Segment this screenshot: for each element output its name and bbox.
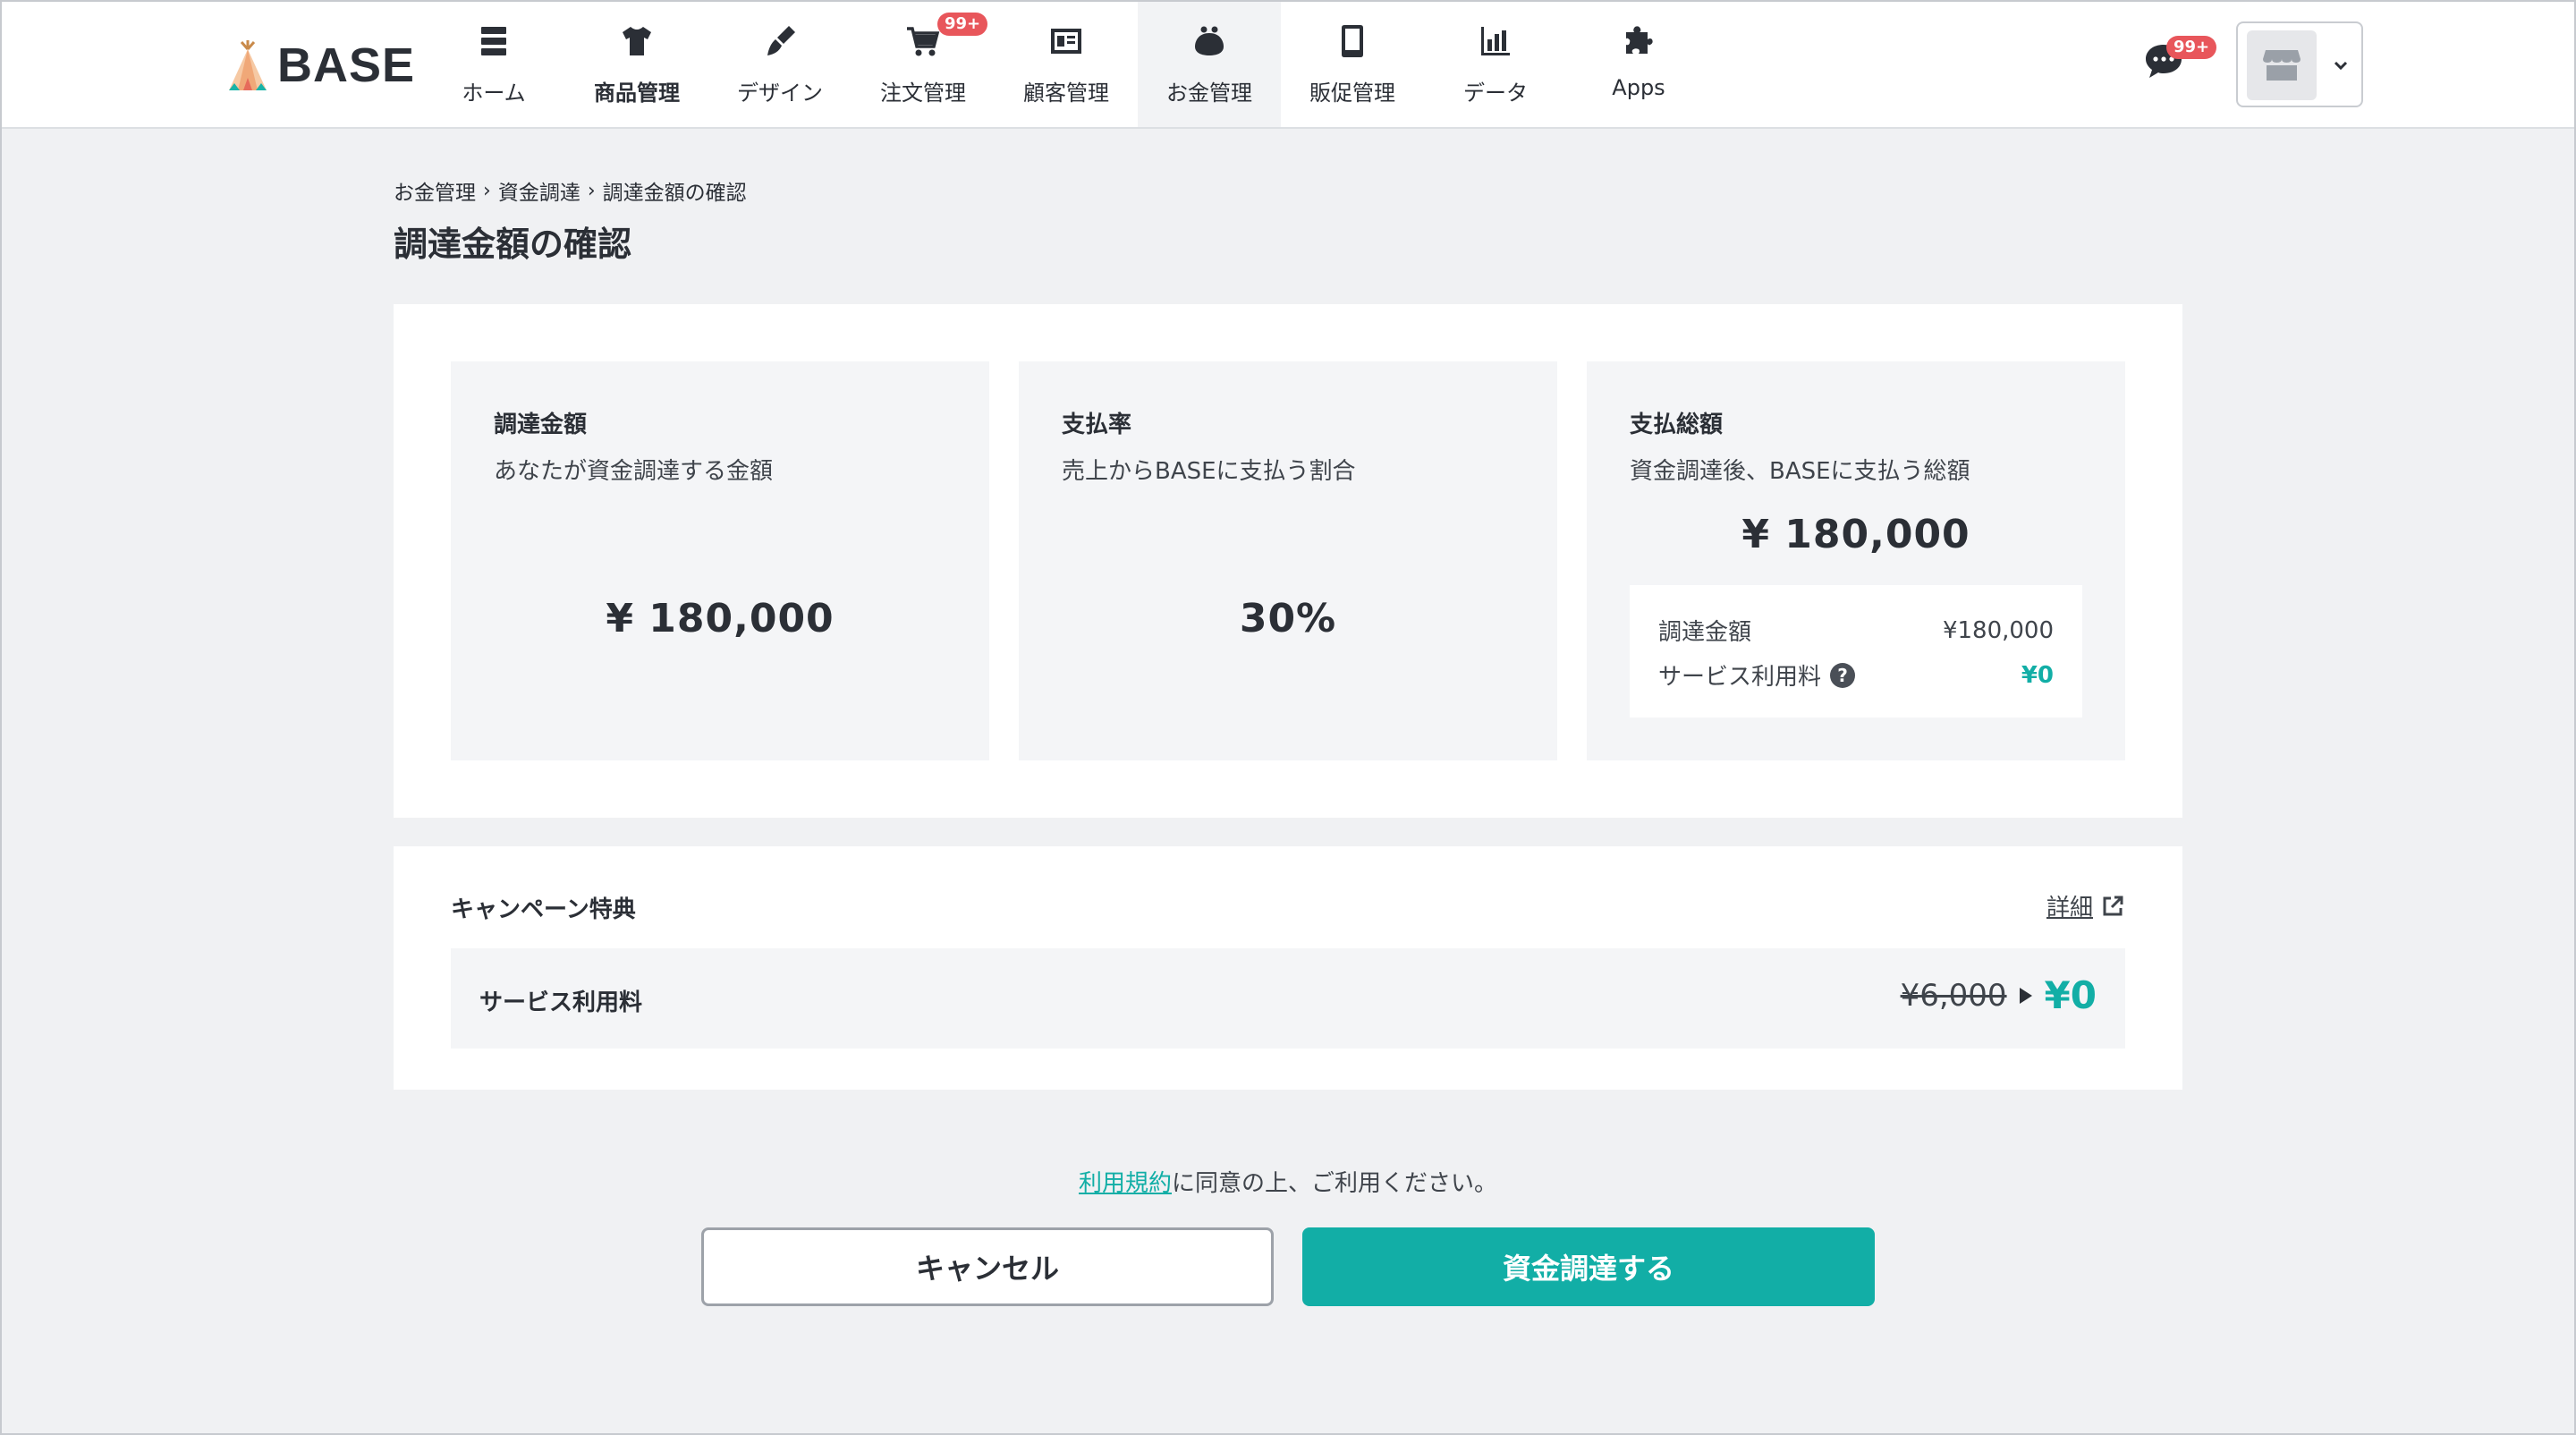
summary-panel: 調達金額 あなたが資金調達する金額 ¥ 180,000 支払率 売上からBASE… [394, 304, 2182, 818]
nav-item-home[interactable]: ホーム [422, 0, 565, 127]
server-icon [481, 27, 506, 55]
breadcrumb-separator: › [587, 179, 596, 202]
nav-label: 商品管理 [594, 81, 680, 106]
breadcrumb-separator: › [483, 179, 491, 202]
card-desc: 売上からBASEに支払う割合 [1062, 458, 1356, 485]
campaign-panel: キャンペーン特典 詳細 サービス利用料 ¥6,000 ¥0 [394, 846, 2182, 1090]
breadcrumb-item-funding[interactable]: 資金調達 [498, 175, 580, 206]
smartphone-icon [1342, 25, 1363, 57]
card-desc: あなたが資金調達する金額 [494, 458, 774, 485]
nav-label: Apps [1612, 75, 1665, 100]
breakdown-row: サービス利用料 ? ¥0 [1658, 658, 2054, 692]
terms-link[interactable]: 利用規約 [1079, 1170, 1172, 1197]
card-value: ¥ 180,000 [1741, 512, 1970, 557]
shop-menu-button[interactable] [2236, 21, 2363, 107]
nav-label: ホーム [462, 81, 526, 106]
nav-label: 注文管理 [880, 81, 966, 106]
card-value: 30% [1239, 596, 1337, 641]
messages-button[interactable]: 99+ [2143, 36, 2217, 86]
card-title: 支払率 [1062, 412, 1132, 438]
breadcrumb-item-money[interactable]: お金管理 [394, 175, 476, 206]
detail-link-label: 詳細 [2046, 895, 2093, 921]
storefront-icon [2263, 50, 2301, 81]
terms-notice: 利用規約に同意の上、ご利用ください。 [0, 1165, 2576, 1198]
page-title: 調達金額の確認 [394, 225, 632, 264]
nav-item-orders[interactable]: 注文管理 99+ [852, 0, 995, 127]
campaign-title: キャンペーン特典 [451, 896, 636, 923]
breakdown-value: ¥180,000 [1942, 616, 2054, 644]
orders-badge: 99+ [937, 13, 988, 36]
nav-item-data[interactable]: データ [1424, 0, 1567, 127]
nav-label: データ [1463, 81, 1528, 106]
cart-icon [907, 27, 940, 56]
campaign-row-label: サービス利用料 [479, 989, 643, 1016]
card-title: 支払総額 [1630, 412, 1724, 438]
campaign-price: ¥6,000 ¥0 [1901, 973, 2097, 1017]
nav-item-design[interactable]: デザイン [708, 0, 852, 127]
nav-item-money[interactable]: お金管理 [1138, 0, 1281, 127]
purse-icon [1195, 26, 1224, 55]
nav-item-promotion[interactable]: 販促管理 [1281, 0, 1424, 127]
new-price: ¥0 [2044, 973, 2097, 1017]
puzzle-icon [1626, 26, 1653, 54]
nav-label: お金管理 [1166, 81, 1252, 106]
breakdown-value: ¥0 [2021, 661, 2054, 689]
brand-name: BASE [277, 38, 416, 92]
help-icon[interactable]: ? [1830, 662, 1856, 688]
chevron-down-icon [2334, 61, 2348, 71]
base-logo[interactable]: BASE [227, 34, 415, 97]
breakdown-label: サービス利用料 [1658, 664, 1822, 691]
tent-logo-icon [229, 40, 267, 90]
campaign-detail-link[interactable]: 詳細 [2046, 889, 2125, 922]
total-breakdown: 調達金額 ¥180,000 サービス利用料 ? ¥0 [1630, 585, 2082, 718]
campaign-row: サービス利用料 ¥6,000 ¥0 [451, 948, 2125, 1049]
card-desc: 資金調達後、BASEに支払う総額 [1630, 458, 1970, 485]
card-amount: 調達金額 あなたが資金調達する金額 ¥ 180,000 [451, 361, 989, 760]
tshirt-icon [623, 27, 651, 55]
main-nav: ホーム 商品管理 デザイン 注文管理 99+ 顧客管理 お金管理 販促管理 デー… [422, 0, 1710, 127]
breakdown-row: 調達金額 ¥180,000 [1658, 614, 2054, 647]
nav-item-apps[interactable]: Apps [1567, 0, 1710, 127]
messages-badge: 99+ [2166, 36, 2217, 59]
card-rate: 支払率 売上からBASEに支払う割合 30% [1019, 361, 1557, 760]
nav-label: 顧客管理 [1023, 81, 1109, 106]
submit-funding-button[interactable]: 資金調達する [1302, 1227, 1875, 1306]
nav-item-products[interactable]: 商品管理 [565, 0, 708, 127]
breakdown-label: 調達金額 [1658, 619, 1752, 646]
bar-chart-icon [1481, 27, 1510, 55]
cancel-button[interactable]: キャンセル [701, 1227, 1274, 1306]
address-card-icon [1051, 29, 1081, 54]
brush-icon [767, 26, 795, 55]
breadcrumb-item-current: 調達金額の確認 [602, 182, 747, 205]
card-total: 支払総額 資金調達後、BASEに支払う総額 ¥ 180,000 調達金額 ¥18… [1587, 361, 2125, 760]
top-header: BASE ホーム 商品管理 デザイン 注文管理 99+ 顧客管理 お金管理 販促… [0, 0, 2576, 129]
nav-item-customers[interactable]: 顧客管理 [995, 0, 1138, 127]
nav-label: 販促管理 [1309, 81, 1395, 106]
terms-text: に同意の上、ご利用ください。 [1172, 1170, 1498, 1197]
nav-label: デザイン [737, 81, 823, 106]
card-title: 調達金額 [494, 412, 588, 438]
external-link-icon [2103, 896, 2123, 915]
card-value: ¥ 180,000 [606, 596, 835, 641]
shop-avatar [2247, 30, 2317, 100]
breadcrumb: お金管理 › 資金調達 › 調達金額の確認 [394, 175, 747, 206]
play-arrow-icon [2019, 987, 2032, 1004]
old-price: ¥6,000 [1900, 977, 2007, 1014]
